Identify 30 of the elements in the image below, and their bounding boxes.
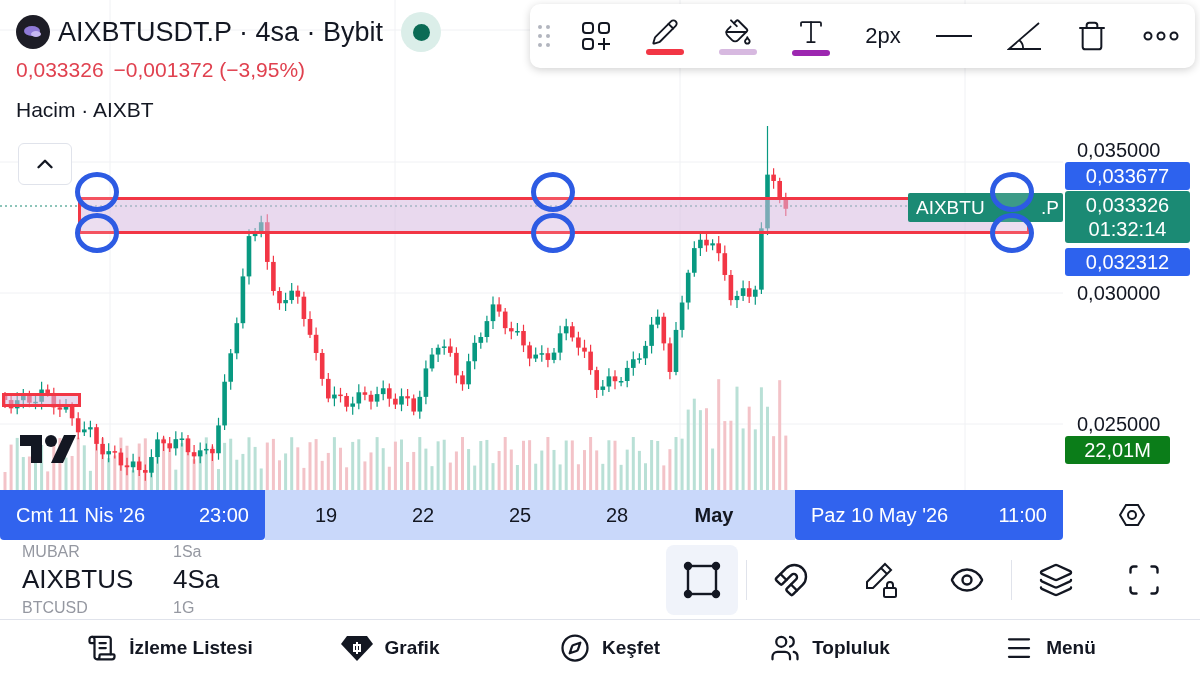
picker-interval[interactable]: 4Sa	[173, 564, 220, 595]
time-tick: 28	[604, 503, 630, 527]
nav-item[interactable]: Menü	[940, 631, 1160, 664]
picker-symbol[interactable]: AIXBTUS	[22, 564, 173, 595]
time-tick: May	[693, 503, 735, 527]
symbol-tag-text: AIXBTU	[916, 196, 985, 219]
price-tick: 0,030000	[1077, 282, 1161, 304]
price-label: 0,032312	[1065, 248, 1190, 276]
line-width-button[interactable]: 2px	[861, 8, 905, 64]
time-tick: 19	[313, 503, 339, 527]
nav-item[interactable]: Topluluk	[720, 631, 940, 664]
date-text: Cmt 11 Nis '26	[16, 503, 146, 527]
time-text: 23:00	[198, 503, 249, 527]
symbol-title: AIXBTUSDT.P · 4sa · Bybit	[58, 16, 384, 48]
price-tick: 0,025000	[1077, 413, 1161, 435]
nav-item[interactable]: İzleme Listesi	[60, 631, 280, 664]
price-tick: 0,035000	[1077, 139, 1161, 161]
volume-label: 22,01M	[1065, 436, 1170, 464]
nav-item[interactable]: Grafik	[280, 632, 500, 663]
price-label: 0,033677	[1065, 162, 1190, 190]
symbol-tag-text: .P	[1041, 196, 1059, 219]
time-text: 11:00	[998, 503, 1047, 527]
time-tick: 22	[410, 503, 436, 527]
last-price-label: 0,033326 01:32:14	[1065, 191, 1190, 243]
last-price: 0,033326	[16, 58, 104, 82]
time-tick: 25	[507, 503, 533, 527]
indicator-label: Hacim · AIXBT	[16, 98, 155, 122]
date-text: Paz 10 May '26	[811, 503, 949, 527]
price-change: −0,001372 (−3,95%)	[113, 58, 306, 82]
nav-item[interactable]: Keşfet	[500, 631, 720, 664]
